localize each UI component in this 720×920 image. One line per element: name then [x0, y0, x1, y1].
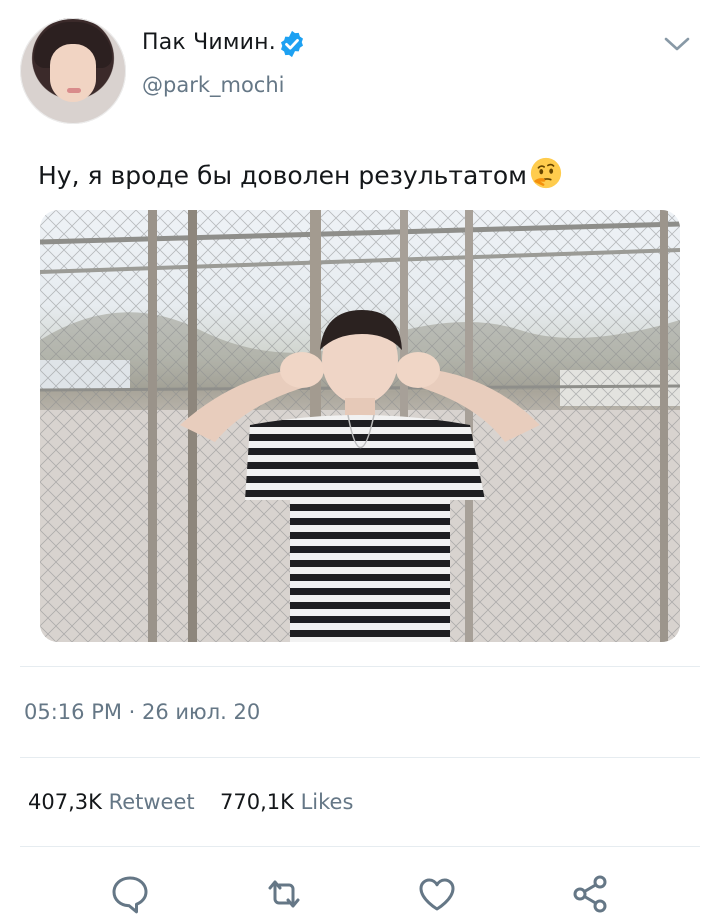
divider [20, 846, 700, 847]
reply-icon[interactable] [108, 872, 152, 916]
divider [20, 666, 700, 667]
share-icon[interactable] [568, 872, 612, 916]
likes-count[interactable]: 770,1K [220, 790, 294, 814]
retweet-icon[interactable] [262, 872, 306, 916]
photo-scene [40, 210, 680, 642]
avatar[interactable] [20, 18, 126, 124]
display-name[interactable]: Пак Чимин. [142, 30, 276, 55]
retweet-count[interactable]: 407,3K [28, 790, 102, 814]
thinking-face-icon [530, 157, 562, 189]
divider [20, 757, 700, 758]
tweet-card: Пак Чимин. @park_mochi Ну, я вроде бы до… [0, 0, 720, 920]
engagement-stats: 407,3K Retweet 770,1K Likes [28, 790, 353, 814]
verified-badge-icon [281, 30, 303, 58]
tweet-photo[interactable] [40, 210, 680, 642]
tweet-text: Ну, я вроде бы доволен результатом [38, 156, 563, 190]
tweet-timestamp[interactable]: 05:16 PM · 26 июл. 20 [24, 700, 260, 724]
username-handle[interactable]: @park_mochi [142, 73, 285, 97]
chevron-down-icon[interactable] [662, 32, 692, 56]
like-icon[interactable] [415, 872, 459, 916]
likes-label[interactable]: Likes [301, 790, 354, 814]
retweet-label[interactable]: Retweet [109, 790, 195, 814]
tweet-text-body: Ну, я вроде бы доволен результатом [38, 161, 528, 190]
